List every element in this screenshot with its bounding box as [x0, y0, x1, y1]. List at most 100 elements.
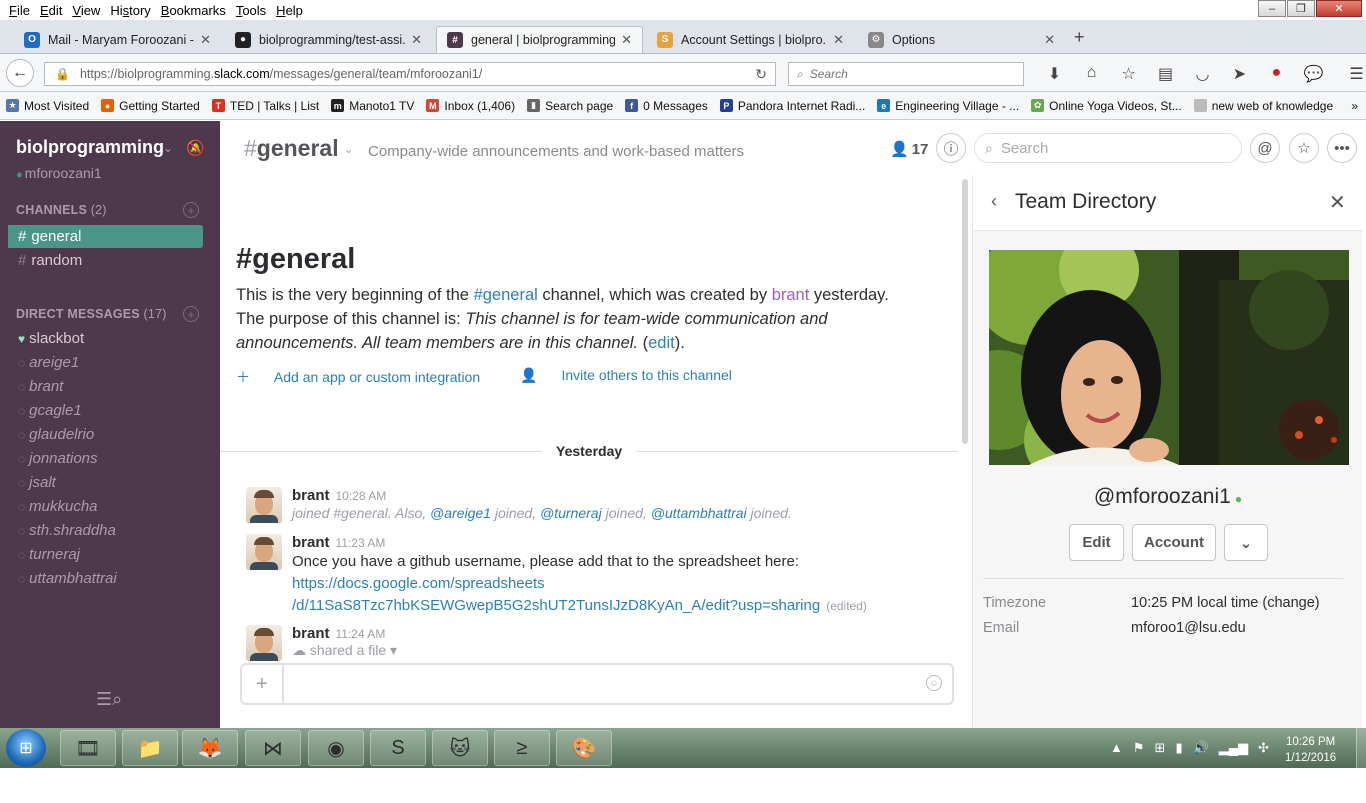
download-icon[interactable]: ⬇ [1036, 64, 1073, 84]
bookmark-item[interactable]: ● Getting Started [101, 99, 200, 113]
sidebar-item-general[interactable]: # general [8, 225, 203, 248]
team-name[interactable]: biolprogramming [16, 137, 164, 158]
bookmark-item[interactable]: m Manoto1 TV [331, 99, 414, 113]
sidebar-dm-uttambhattrai[interactable]: ◌ uttambhattrai [18, 570, 117, 587]
timezone-value[interactable]: 10:25 PM local time (change) [1131, 595, 1320, 611]
message-time[interactable]: 10:28 AM [336, 489, 387, 503]
bookmark-star-icon[interactable]: ☆ [1110, 64, 1147, 84]
shared-file[interactable]: ☁ shared a file ▾ [292, 642, 942, 659]
firefox-icon[interactable]: 🦊 [182, 730, 238, 766]
sidebar-dm-brant[interactable]: ◌ brant [18, 378, 63, 395]
browser-search-input[interactable]: ⌕ Search [788, 62, 1024, 86]
bookmark-item[interactable]: P Pandora Internet Radi... [719, 99, 865, 113]
slack-search-input[interactable]: ⌕ Search [974, 133, 1242, 163]
message-author[interactable]: brant [292, 534, 330, 551]
skype-icon[interactable]: S [370, 730, 426, 766]
browser-tab[interactable]: ● biolprogramming/test-assi... ✕ [225, 26, 432, 53]
battery-icon[interactable]: ▮ [1175, 740, 1182, 756]
chevron-down-icon[interactable]: ⌄ [163, 141, 173, 155]
menu-icon[interactable]: ☰ [1338, 64, 1366, 84]
close-tab-icon[interactable]: ✕ [621, 32, 632, 48]
sidebar-dm-glaudelrio[interactable]: ◌ glaudelrio [18, 426, 94, 443]
starred-button[interactable]: ☆ [1289, 133, 1319, 163]
more-options-button[interactable]: ⌄ [1224, 524, 1268, 561]
chevron-left-icon[interactable]: ‹ [991, 191, 997, 212]
powershell-icon[interactable]: ≥ [494, 730, 550, 766]
mention-link[interactable]: @uttambhattrai [651, 505, 747, 521]
sidebar-dm-turneraj[interactable]: ◌ turneraj [18, 546, 80, 563]
invite-link[interactable]: 👤 Invite others to this channel [520, 367, 752, 387]
bookmark-item[interactable]: e Engineering Village - ... [877, 99, 1019, 113]
add-app-link[interactable]: ＋ Add an app or custom integration [236, 367, 500, 387]
mention-link[interactable]: @areige1 [430, 505, 491, 521]
edit-purpose-link[interactable]: edit [648, 334, 675, 352]
avatar[interactable] [246, 487, 282, 523]
sidebar-dm-jsalt[interactable]: ◌ jsalt [18, 474, 56, 491]
message-author[interactable]: brant [292, 625, 330, 642]
windows-icon[interactable]: ⊞ [1155, 740, 1166, 756]
close-tab-icon[interactable]: ✕ [1044, 32, 1055, 48]
edit-profile-button[interactable]: Edit [1069, 524, 1124, 561]
more-button[interactable]: ••• [1327, 133, 1357, 163]
bookmark-item[interactable]: new web of knowledge [1193, 99, 1333, 113]
paint-icon[interactable]: 🎨 [556, 730, 612, 766]
channel-title[interactable]: #general [244, 135, 339, 162]
menu-item[interactable]: Edit [35, 3, 67, 18]
sidebar-dm-slackbot[interactable]: ♥ slackbot [18, 330, 84, 347]
sidebar-dm-jonnations[interactable]: ◌ jonnations [18, 450, 98, 467]
menu-item[interactable]: View [67, 3, 105, 18]
browser-tab[interactable]: # general | biolprogramming... ✕ [436, 26, 643, 53]
sidebar-dm-gcagle1[interactable]: ◌ gcagle1 [18, 402, 82, 419]
close-icon[interactable]: ✕ [1329, 190, 1346, 215]
close-tab-icon[interactable]: ✕ [833, 32, 844, 48]
add-channel-button[interactable]: + [183, 202, 199, 218]
menu-item[interactable]: Bookmarks [156, 3, 231, 18]
sidebar-item-random[interactable]: # random [8, 249, 203, 272]
channels-header[interactable]: CHANNELS (2) [16, 203, 107, 217]
reload-icon[interactable]: ↻ [755, 66, 767, 83]
adblock-icon[interactable]: ● [1258, 64, 1295, 84]
chat-icon[interactable]: 💬 [1295, 64, 1332, 84]
url-bar[interactable]: 🔒 https://biolprogramming. slack.com/mess… [44, 62, 776, 86]
bookmark-item[interactable]: ▮ Search page [527, 99, 613, 113]
close-window-button[interactable]: ✕ [1316, 0, 1362, 17]
spreadsheet-link-continued[interactable]: /d/11SaS8Tzc7hbKSEWGwepB5G2shUT2TunsIJzD… [292, 597, 820, 614]
sidebar-dm-sth-shraddha[interactable]: ◌ sth.shraddha [18, 522, 116, 539]
info-button[interactable]: ⓘ [936, 133, 966, 163]
security-icon[interactable]: ✣ [1258, 740, 1269, 756]
tray-arrow-icon[interactable]: ▲ [1110, 740, 1123, 756]
creator-link[interactable]: brant [772, 286, 810, 304]
bookmark-item[interactable]: ✿ Online Yoga Videos, St... [1031, 99, 1182, 113]
browser-tab[interactable]: S Account Settings | biolpro... ✕ [647, 26, 854, 53]
close-tab-icon[interactable]: ✕ [411, 32, 422, 48]
attach-plus-button[interactable]: + [242, 665, 284, 703]
avatar[interactable] [246, 534, 282, 570]
bookmark-item[interactable]: M Inbox (1,406) [426, 99, 515, 113]
show-desktop-button[interactable] [1356, 728, 1366, 768]
bookmarks-overflow-icon[interactable]: » [1351, 99, 1358, 113]
account-button[interactable]: Account [1132, 524, 1216, 561]
media-player-icon[interactable]: 🎞 [60, 730, 116, 766]
restore-button[interactable]: ❐ [1287, 0, 1315, 17]
visual-studio-icon[interactable]: ⋈ [245, 730, 301, 766]
quick-switcher-icon[interactable]: ☰⌕ [96, 689, 122, 710]
channel-link[interactable]: #general [474, 286, 538, 304]
message-input[interactable]: + ☺ [240, 663, 954, 705]
minimize-button[interactable]: – [1258, 0, 1286, 17]
github-desktop-icon[interactable]: 🐱 [432, 730, 488, 766]
bookmark-item[interactable]: f 0 Messages [625, 99, 708, 113]
emoji-icon[interactable]: ☺ [926, 675, 942, 691]
browser-tab[interactable]: O Mail - Maryam Foroozani -... ✕ [14, 26, 221, 53]
file-explorer-icon[interactable]: 📁 [122, 730, 178, 766]
message-scrollbar[interactable] [960, 175, 970, 663]
signal-icon[interactable]: ▂▄▆ [1219, 740, 1248, 756]
member-count[interactable]: 👤 17 [890, 140, 928, 158]
close-tab-icon[interactable]: ✕ [200, 32, 211, 48]
notification-bell-icon[interactable]: 🔕 [186, 139, 205, 157]
mention-link[interactable]: @turneraj [540, 505, 602, 521]
chevron-down-icon[interactable]: ⌄ [344, 143, 353, 156]
start-button[interactable]: ⊞ [6, 729, 46, 767]
reading-list-icon[interactable]: ▤ [1147, 64, 1184, 84]
message-time[interactable]: 11:23 AM [336, 536, 386, 550]
home-icon[interactable]: ⌂ [1073, 64, 1110, 84]
